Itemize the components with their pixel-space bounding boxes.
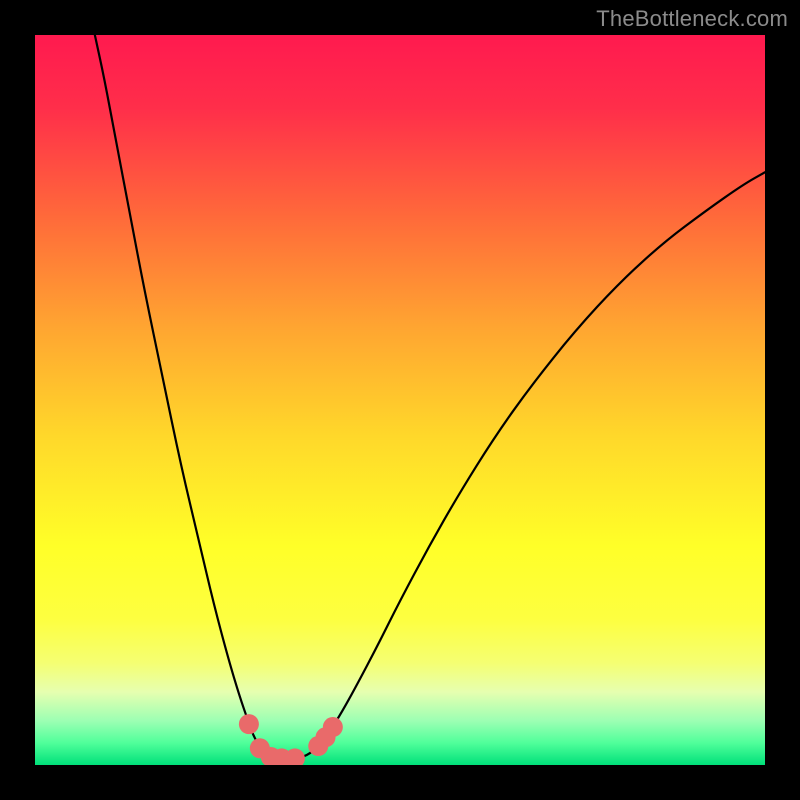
watermark-text: TheBottleneck.com <box>596 6 788 32</box>
chart-frame: TheBottleneck.com <box>0 0 800 800</box>
plot-area <box>35 35 765 765</box>
gradient-background <box>35 35 765 765</box>
marker-dot <box>239 714 259 734</box>
chart-svg <box>35 35 765 765</box>
marker-dot <box>323 717 343 737</box>
